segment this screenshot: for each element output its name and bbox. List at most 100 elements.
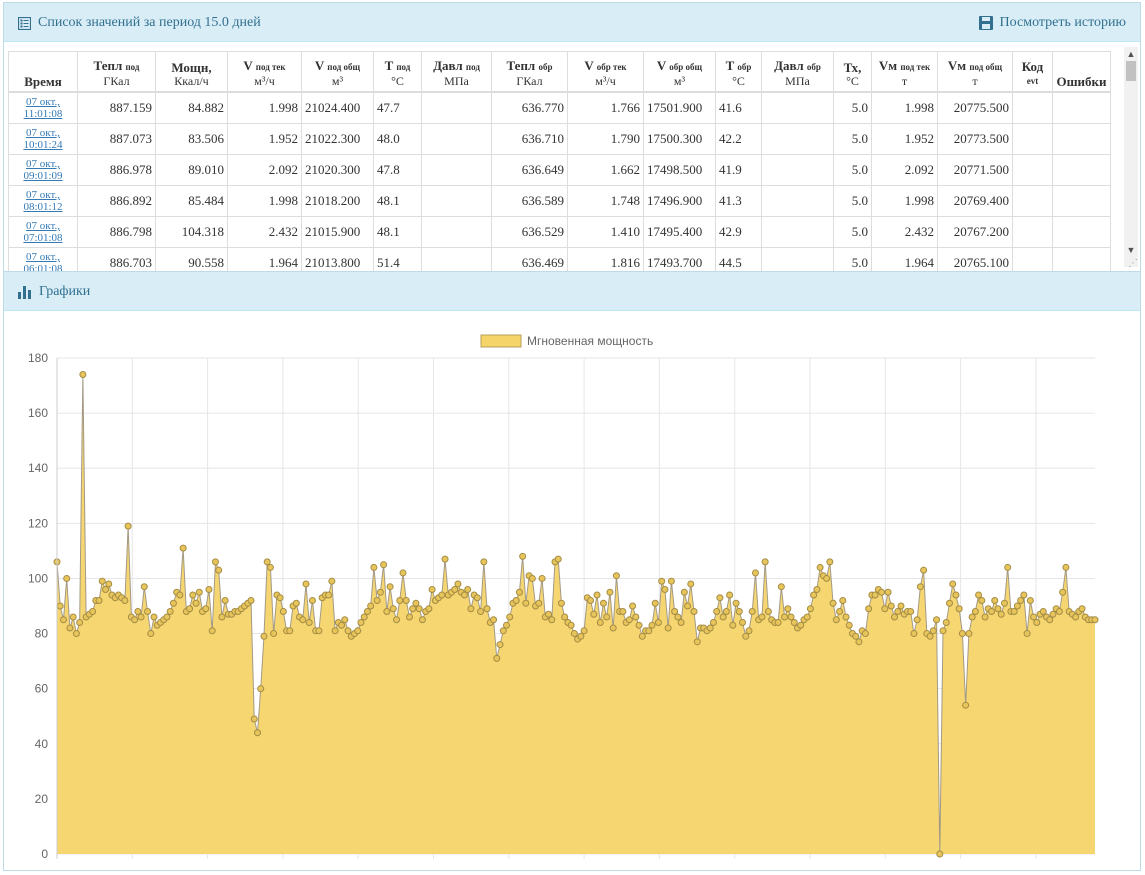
data-point — [438, 591, 446, 599]
column-header: Ошибки — [1052, 51, 1111, 93]
data-point — [59, 616, 67, 624]
table-cell — [1012, 123, 1053, 155]
column-header-unit: °C — [732, 74, 745, 88]
y-tick-label: 80 — [35, 627, 49, 641]
time-link-date[interactable]: 07 окт., — [26, 127, 60, 139]
data-point — [975, 591, 983, 599]
data-point — [1055, 608, 1063, 616]
column-header-main: Время — [24, 74, 62, 89]
data-point — [169, 599, 177, 607]
data-point — [428, 585, 436, 593]
data-point — [861, 630, 869, 638]
scroll-down-icon[interactable]: ▼ — [1124, 243, 1138, 257]
scroll-thumb[interactable] — [1126, 61, 1136, 81]
data-point — [1033, 619, 1041, 627]
data-point — [1004, 563, 1012, 571]
data-point — [690, 608, 698, 616]
time-link[interactable]: 07 окт., 11:01:08 — [24, 96, 63, 120]
table-cell — [1052, 123, 1111, 155]
table-cell: 20767.200 — [937, 216, 1013, 248]
data-point — [121, 596, 129, 604]
data-point — [739, 619, 747, 627]
table-scrollbar[interactable]: ▲ ▼ — [1124, 47, 1138, 267]
data-point — [144, 608, 152, 616]
data-point — [916, 583, 924, 591]
data-point — [991, 596, 999, 604]
data-point — [939, 627, 947, 635]
time-link-date[interactable]: 07 окт., — [26, 189, 60, 201]
table-cell: 1.816 — [567, 247, 644, 271]
data-point — [490, 616, 498, 624]
data-point — [674, 613, 682, 621]
table-row[interactable]: 07 окт., 11:01:08 887.159 84.882 1.998 21024.… — [8, 91, 1111, 124]
column-header-unit: Ккал/ч — [174, 74, 209, 88]
data-point — [260, 632, 268, 640]
data-point — [328, 577, 336, 585]
data-point — [823, 574, 831, 582]
time-link[interactable]: 07 окт., 06:01:08 — [23, 251, 62, 271]
data-point — [535, 599, 543, 607]
time-link-date[interactable]: 07 окт., — [26, 158, 60, 170]
data-point — [803, 613, 811, 621]
column-header: Время — [8, 51, 78, 93]
table-cell — [421, 123, 492, 155]
table-cell: 1.998 — [871, 185, 938, 217]
data-point — [480, 558, 488, 566]
time-link-time[interactable]: 07:01:08 — [23, 232, 62, 244]
view-history-label[interactable]: Посмотреть историю — [1000, 15, 1126, 31]
time-link-date[interactable]: 07 окт., — [26, 220, 60, 232]
table-cell: 21020.300 — [301, 154, 374, 186]
data-point — [409, 605, 417, 613]
time-link-date[interactable]: 07 окт., — [26, 251, 60, 263]
data-point — [460, 591, 468, 599]
time-link-time[interactable]: 08:01:12 — [23, 201, 62, 213]
data-point — [386, 583, 394, 591]
table-cell: 1.662 — [567, 154, 644, 186]
data-point — [89, 608, 97, 616]
data-point — [635, 621, 643, 629]
table-cell: 5.0 — [833, 123, 872, 155]
time-link[interactable]: 07 окт., 08:01:12 — [23, 189, 62, 213]
data-point — [221, 596, 229, 604]
data-point — [887, 602, 895, 610]
time-link[interactable]: 07 окт., 10:01:24 — [23, 127, 62, 151]
data-point — [253, 729, 261, 737]
data-point — [920, 566, 928, 574]
scroll-up-icon[interactable]: ▲ — [1124, 47, 1138, 61]
time-link-time[interactable]: 11:01:08 — [24, 108, 63, 120]
time-link-date[interactable]: 07 окт., — [26, 96, 60, 108]
values-table-container[interactable]: Время Тепл под ГКал Мощн, Ккал/ч V под тек м³/… — [8, 51, 1126, 271]
resize-grip-icon[interactable]: ⋰ — [1128, 259, 1138, 269]
data-point — [512, 596, 520, 604]
legend-label: Мгновенная мощность — [527, 334, 653, 348]
data-point — [522, 599, 530, 607]
data-point — [981, 613, 989, 621]
table-row[interactable]: 07 окт., 09:01:09 886.978 89.010 2.092 21020.… — [8, 154, 1111, 186]
data-point — [1078, 605, 1086, 613]
table-row[interactable]: 07 окт., 06:01:08 886.703 90.558 1.964 21013.… — [8, 247, 1111, 271]
data-point — [813, 585, 821, 593]
data-point — [606, 588, 614, 596]
data-point — [667, 577, 675, 585]
view-history-link[interactable]: Посмотреть историю — [978, 15, 1126, 31]
table-cell: 1.964 — [227, 247, 302, 271]
data-point — [69, 613, 77, 621]
time-link-time[interactable]: 10:01:24 — [23, 139, 62, 151]
data-point — [865, 605, 873, 613]
table-row[interactable]: 07 окт., 07:01:08 886.798 104.318 2.432 21015… — [8, 216, 1111, 248]
table-row[interactable]: 07 окт., 10:01:24 887.073 83.506 1.952 21022.… — [8, 123, 1111, 155]
column-header-unit: м³/ч — [254, 74, 275, 88]
data-point — [942, 619, 950, 627]
time-link[interactable]: 07 окт., 07:01:08 — [23, 220, 62, 244]
data-point — [910, 630, 918, 638]
table-row[interactable]: 07 окт., 08:01:12 886.892 85.484 1.998 21018.… — [8, 185, 1111, 217]
time-link-time[interactable]: 09:01:09 — [23, 170, 62, 182]
table-cell: 48.1 — [373, 185, 422, 217]
column-header-unit: ГКал — [103, 74, 130, 88]
data-point — [968, 613, 976, 621]
table-cell: 636.649 — [491, 154, 568, 186]
time-link[interactable]: 07 окт., 09:01:09 — [23, 158, 62, 182]
data-point — [315, 627, 323, 635]
time-link-time[interactable]: 06:01:08 — [23, 263, 62, 271]
table-cell: 17493.700 — [643, 247, 716, 271]
